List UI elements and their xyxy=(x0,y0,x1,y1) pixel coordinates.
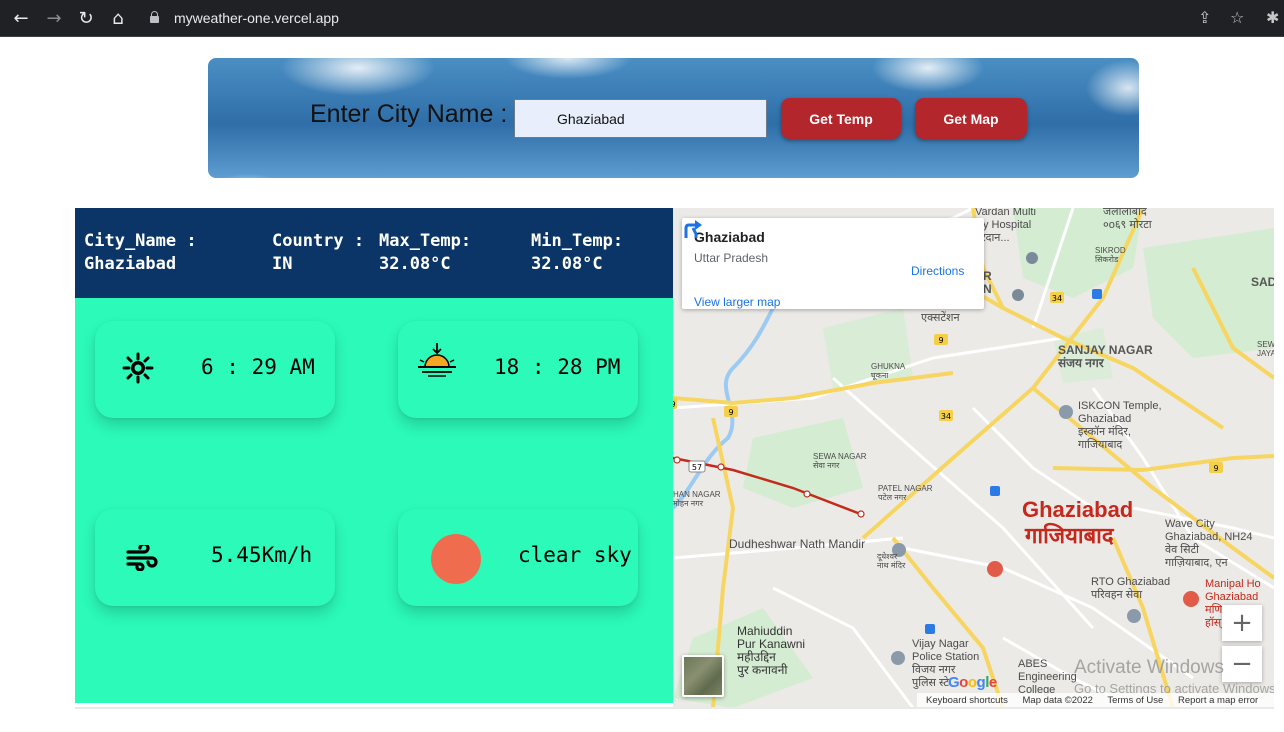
activate-windows-title: Activate Windows xyxy=(1074,657,1224,678)
weather-header: City_Name : Ghaziabad Country : IN Max_T… xyxy=(75,208,673,298)
map-label-ghaziabad-city: Ghaziabad xyxy=(1022,497,1134,522)
satellite-toggle[interactable] xyxy=(682,655,724,697)
country-block: Country : IN xyxy=(272,230,364,276)
sunrise-card: 6 : 29 AM xyxy=(95,321,335,418)
road-57: 57 xyxy=(692,463,702,472)
get-temp-button[interactable]: Get Temp xyxy=(781,98,901,139)
sunset-card: 18 : 28 PM xyxy=(398,321,638,418)
sunset-time: 18 : 28 PM xyxy=(494,355,621,379)
weather-description-card: clear sky xyxy=(398,509,638,606)
city-block: City_Name : Ghaziabad xyxy=(84,230,197,276)
report-error-link[interactable]: Report a map error xyxy=(1178,695,1258,706)
city-value: Ghaziabad xyxy=(84,254,177,274)
map-label-dudheshwar: Dudheshwar Nath Mandir xyxy=(729,537,866,551)
map-label-patel-nagar: PATEL NAGAR पटेल नगर xyxy=(878,484,933,502)
wind-speed: 5.45Km/h xyxy=(211,543,313,567)
map-label-iskcon: ISKCON Temple, Ghaziabad इस्कॉन मंदिर, ग… xyxy=(1078,400,1162,451)
reload-icon[interactable]: ↻ xyxy=(73,5,99,31)
map-label-mohan-nagar: HAN NAGAR मोहन नगर xyxy=(673,490,721,508)
map-attribution: Keyboard shortcuts Map data ©2022 Terms … xyxy=(917,693,1274,708)
back-icon[interactable]: ← xyxy=(8,5,34,31)
road-9-a: 9 xyxy=(938,336,943,345)
map-label-ghaziabad-city-hi: गाजियाबाद xyxy=(1025,523,1114,548)
map-label-sew: SEW JAYANT xyxy=(1257,340,1274,358)
map-label-sada: SADA xyxy=(1251,275,1274,289)
road-9-d: 9 xyxy=(673,400,676,409)
map-info-title: Ghaziabad xyxy=(694,229,765,245)
url-text[interactable]: myweather-one.vercel.app xyxy=(174,10,339,26)
country-value: IN xyxy=(272,254,293,274)
keyboard-shortcuts-link[interactable]: Keyboard shortcuts xyxy=(926,695,1008,706)
share-icon[interactable]: ⇪ xyxy=(1198,8,1211,27)
max-temp-value: 32.08°C xyxy=(379,254,451,274)
map-label-abes: ABES Engineering College xyxy=(1018,658,1077,696)
sun-icon xyxy=(122,352,154,384)
forward-icon[interactable]: → xyxy=(41,5,67,31)
map-label-rto: RTO Ghaziabad परिवहन सेवा xyxy=(1091,576,1171,601)
max-temp-label: Max_Temp: xyxy=(379,231,472,251)
google-map[interactable]: 9 34 9 34 9 57 9 Vardan Multi lity Hospi… xyxy=(673,208,1274,708)
map-info-card: Ghaziabad Uttar Pradesh Directions View … xyxy=(682,218,984,309)
zoom-in-button[interactable]: + xyxy=(1222,605,1262,641)
map-label-jalalabad: जलालाबाद ०o६९ मोरटा xyxy=(1103,208,1152,231)
map-label-sewa-nagar: SEWA NAGAR सेवा नगर xyxy=(813,452,867,470)
weather-description: clear sky xyxy=(518,543,632,567)
map-label-extension: एक्सटेंशन xyxy=(921,312,960,324)
min-temp-label: Min_Temp: xyxy=(531,231,624,251)
sunrise-time: 6 : 29 AM xyxy=(201,355,315,379)
road-9-b: 9 xyxy=(728,408,733,417)
map-label-ghukna: GHUKNA घूकना xyxy=(871,362,906,380)
city-label: City_Name : xyxy=(84,231,197,251)
weather-condition-icon xyxy=(431,534,481,584)
city-input-label: Enter City Name : xyxy=(310,100,508,128)
lock-icon[interactable] xyxy=(150,11,159,23)
road-34-b: 34 xyxy=(941,412,951,421)
min-temp-value: 32.08°C xyxy=(531,254,603,274)
directions-link[interactable]: Directions xyxy=(911,264,964,278)
map-label-wave-city: Wave City Ghaziabad, NH24 वेव सिटी गाज़ि… xyxy=(1165,518,1253,569)
google-logo: Google xyxy=(948,674,997,691)
max-temp-block: Max_Temp: 32.08°C xyxy=(379,230,471,276)
star-icon[interactable]: ☆ xyxy=(1230,8,1244,27)
activate-windows-watermark: Activate Windows Go to Settings to activ… xyxy=(1074,657,1274,696)
sunset-icon xyxy=(418,343,456,377)
city-input[interactable] xyxy=(514,99,767,138)
map-data-text: Map data ©2022 xyxy=(1022,695,1093,706)
wind-icon xyxy=(126,545,158,571)
min-temp-block: Min_Temp: 32.08°C xyxy=(531,230,623,276)
extensions-icon[interactable]: ✱ xyxy=(1266,8,1279,27)
map-label-vardan: Vardan Multi lity Hospital वरदान... xyxy=(975,208,1036,244)
view-larger-map-link[interactable]: View larger map xyxy=(694,295,780,309)
road-34-a: 34 xyxy=(1052,294,1062,303)
map-label-dudheshwar-hi: दूधेश्वर नाथ मंदिर xyxy=(877,552,906,570)
weather-panel: City_Name : Ghaziabad Country : IN Max_T… xyxy=(75,208,673,703)
road-9-c: 9 xyxy=(1213,464,1218,473)
directions-icon[interactable] xyxy=(682,218,704,240)
map-label-r: R N xyxy=(983,269,992,296)
browser-toolbar: ← → ↻ ⌂ myweather-one.vercel.app ⇪ ☆ ✱ xyxy=(0,0,1284,37)
get-map-button[interactable]: Get Map xyxy=(915,98,1027,139)
map-label-sanjay-nagar: SANJAY NAGAR संजय नगर xyxy=(1058,343,1153,370)
map-label-sikrod: SIKROD सिकरोड xyxy=(1095,246,1126,264)
home-icon[interactable]: ⌂ xyxy=(105,5,131,31)
search-banner: Enter City Name : Get Temp Get Map xyxy=(208,58,1139,178)
country-label: Country : xyxy=(272,231,365,251)
map-info-subtitle: Uttar Pradesh xyxy=(694,251,769,265)
wind-card: 5.45Km/h xyxy=(95,509,335,606)
terms-link[interactable]: Terms of Use xyxy=(1107,695,1163,706)
map-label-mahiuddin: Mahiuddin Pur Kanawni महीउद्दिन पुर कनाव… xyxy=(737,624,806,677)
divider xyxy=(75,707,1274,709)
